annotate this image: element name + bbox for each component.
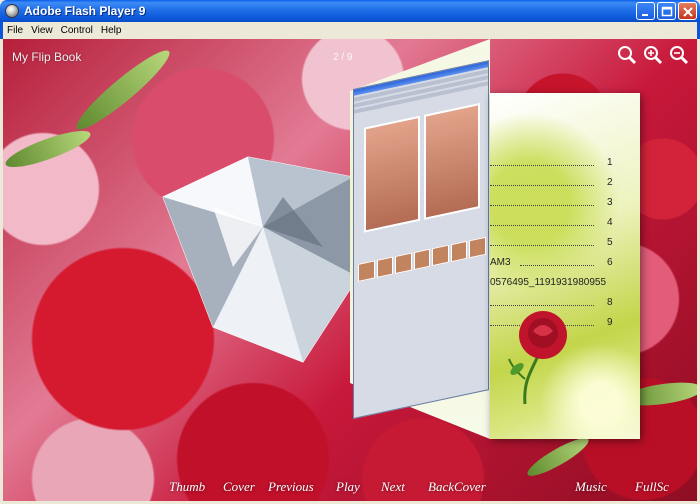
window-title: Adobe Flash Player 9	[24, 4, 146, 18]
toc-item[interactable]: 3	[490, 197, 630, 211]
window-controls	[636, 2, 697, 20]
book-title: My Flip Book	[12, 50, 82, 64]
rose-decoration	[508, 311, 567, 405]
minimize-button[interactable]	[636, 2, 655, 20]
toc-item[interactable]: AM3 6	[490, 257, 630, 271]
zoom-toolbar	[617, 45, 689, 65]
menu-file[interactable]: File	[3, 25, 27, 36]
diamond-image	[162, 156, 359, 363]
page-screenshot-image	[353, 60, 489, 419]
toc-item[interactable]: 2	[490, 177, 630, 191]
toc-item[interactable]: 0576495_1191931980955	[490, 277, 630, 291]
zoom-out-icon[interactable]	[669, 45, 689, 65]
toc-item[interactable]: 4	[490, 217, 630, 231]
thumb-button[interactable]: Thumb	[169, 479, 205, 495]
menu-view[interactable]: View	[27, 25, 57, 36]
bottom-navigation: Thumb Cover Previous Play Next BackCover…	[3, 475, 697, 495]
menu-help[interactable]: Help	[97, 25, 126, 36]
menu-bar: File View Control Help	[0, 22, 700, 39]
fullscreen-button[interactable]: FullSc	[635, 479, 669, 495]
leaf-decoration	[3, 124, 94, 174]
next-button[interactable]: Next	[381, 479, 405, 495]
window-titlebar[interactable]: Adobe Flash Player 9	[0, 0, 700, 22]
flash-stage[interactable]: My Flip Book 2 / 9 1 2 3 4 5 AM3 6 05764…	[3, 39, 697, 501]
zoom-in-icon[interactable]	[643, 45, 663, 65]
close-button[interactable]	[678, 2, 697, 20]
backcover-button[interactable]: BackCover	[428, 479, 486, 495]
search-icon[interactable]	[617, 45, 637, 65]
page-counter: 2 / 9	[333, 52, 353, 63]
maximize-button[interactable]	[657, 2, 676, 20]
leaf-decoration	[69, 43, 177, 137]
previous-button[interactable]: Previous	[268, 479, 314, 495]
toc-item[interactable]: 1	[490, 157, 630, 171]
music-button[interactable]: Music	[575, 479, 607, 495]
menu-control[interactable]: Control	[57, 25, 97, 36]
flash-player-icon	[5, 4, 19, 18]
toc-item[interactable]: 5	[490, 237, 630, 251]
play-button[interactable]: Play	[336, 479, 360, 495]
cover-button[interactable]: Cover	[223, 479, 255, 495]
